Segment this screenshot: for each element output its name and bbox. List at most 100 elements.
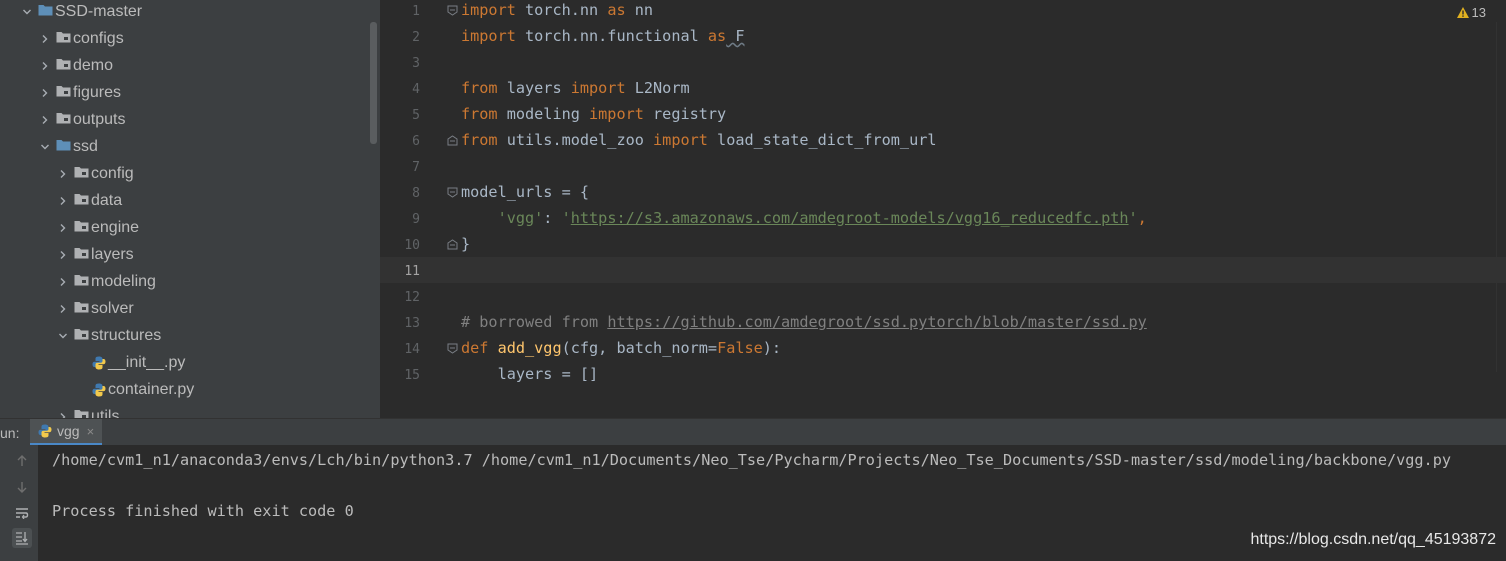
tree-item[interactable]: __init__.py bbox=[0, 349, 185, 376]
watermark-text: https://blog.csdn.net/qq_45193872 bbox=[1250, 531, 1496, 548]
warning-icon bbox=[1456, 7, 1469, 18]
line-number: 2 bbox=[412, 30, 420, 45]
arrow-down-icon[interactable] bbox=[12, 477, 32, 497]
chevron-right-icon[interactable] bbox=[40, 88, 50, 98]
chevron-right-icon[interactable] bbox=[58, 169, 68, 179]
folder-icon bbox=[56, 138, 71, 156]
tree-item[interactable]: outputs bbox=[0, 106, 125, 133]
chevron-right-icon[interactable] bbox=[40, 115, 50, 125]
line-number: 1 bbox=[412, 4, 420, 19]
tree-item-label: configs bbox=[73, 29, 124, 47]
tree-item[interactable]: engine bbox=[0, 214, 139, 241]
tree-item-label: ssd bbox=[73, 137, 98, 155]
chevron-right-icon[interactable] bbox=[40, 34, 50, 44]
tree-item[interactable]: container.py bbox=[0, 376, 194, 403]
chevron-down-icon[interactable] bbox=[58, 331, 68, 341]
tree-scrollbar[interactable] bbox=[370, 22, 377, 144]
tree-item-label: config bbox=[91, 164, 134, 182]
fold-end-icon[interactable] bbox=[447, 135, 458, 146]
folder-icon bbox=[74, 246, 89, 264]
fold-marker-icon[interactable] bbox=[447, 187, 458, 198]
line-number: 9 bbox=[412, 212, 420, 227]
fold-marker-icon[interactable] bbox=[447, 5, 458, 16]
tree-item-label: demo bbox=[73, 56, 114, 74]
tree-item-label: structures bbox=[91, 326, 162, 344]
code-line-14: def add_vgg(cfg, batch_norm=False): bbox=[461, 339, 782, 357]
editor-scrollbar[interactable] bbox=[1496, 22, 1504, 372]
fold-marker-icon[interactable] bbox=[447, 343, 458, 354]
code-line-15: layers = [] bbox=[461, 365, 599, 383]
tree-item[interactable]: figures bbox=[0, 79, 121, 106]
tree-item[interactable]: data bbox=[0, 187, 122, 214]
tree-item[interactable]: solver bbox=[0, 295, 134, 322]
run-tab-vgg[interactable]: vgg × bbox=[30, 419, 103, 446]
tree-item[interactable]: demo bbox=[0, 52, 113, 79]
line-number: 7 bbox=[412, 160, 420, 175]
chevron-right-icon[interactable] bbox=[40, 61, 50, 71]
chevron-right-icon[interactable] bbox=[58, 277, 68, 287]
tree-item-label: utils bbox=[91, 407, 120, 419]
chevron-right-icon[interactable] bbox=[58, 223, 68, 233]
code-line-8: model_urls = { bbox=[461, 183, 590, 201]
tree-item[interactable]: ssd bbox=[0, 133, 98, 160]
chevron-right-icon[interactable] bbox=[58, 250, 68, 260]
folder-icon bbox=[74, 300, 89, 318]
console-output-line: Process finished with exit code 0 bbox=[52, 502, 354, 520]
close-icon[interactable]: × bbox=[87, 424, 95, 439]
tree-item-label: engine bbox=[91, 218, 140, 236]
tree-item[interactable]: structures bbox=[0, 322, 161, 349]
chevron-right-icon[interactable] bbox=[58, 196, 68, 206]
line-number: 12 bbox=[404, 290, 420, 305]
scroll-to-end-icon[interactable] bbox=[12, 528, 32, 548]
tree-item-label: solver bbox=[91, 299, 134, 317]
code-line-10: } bbox=[461, 235, 471, 253]
tree-item[interactable]: config bbox=[0, 160, 134, 187]
folder-icon bbox=[38, 3, 53, 21]
tree-item-label: container.py bbox=[108, 380, 195, 398]
code-line-5: from modeling import registry bbox=[461, 105, 727, 123]
tree-item[interactable]: SSD-master bbox=[0, 0, 142, 25]
tree-item[interactable]: layers bbox=[0, 241, 134, 268]
code-editor[interactable]: 13 1 2 3 4 5 6 7 8 9 10 11 12 13 14 15 i… bbox=[380, 0, 1506, 390]
line-number-current: 11 bbox=[404, 264, 420, 279]
line-number: 13 bbox=[404, 316, 420, 331]
run-tab-label: vgg bbox=[57, 423, 80, 439]
code-line-13: # borrowed from https://github.com/amdeg… bbox=[461, 313, 1147, 331]
tree-item[interactable]: utils bbox=[0, 403, 119, 418]
line-number: 8 bbox=[412, 186, 420, 201]
folder-icon bbox=[74, 165, 89, 183]
chevron-down-icon[interactable] bbox=[40, 142, 50, 152]
url-link[interactable]: https://github.com/amdegroot/ssd.pytorch… bbox=[607, 313, 1146, 331]
folder-icon bbox=[56, 30, 71, 48]
code-line-1: import torch.nn as nn bbox=[461, 1, 654, 19]
chevron-down-icon[interactable] bbox=[22, 7, 32, 17]
code-line-9: 'vgg': 'https://s3.amazonaws.com/amdegro… bbox=[497, 209, 1147, 227]
arrow-up-icon[interactable] bbox=[12, 451, 32, 471]
line-number: 14 bbox=[404, 342, 420, 357]
folder-icon bbox=[74, 327, 89, 345]
folder-icon bbox=[74, 219, 89, 237]
current-line-highlight bbox=[380, 257, 1506, 283]
folder-icon bbox=[74, 408, 89, 418]
folder-icon bbox=[56, 57, 71, 75]
run-console[interactable]: /home/cvm1_n1/anaconda3/envs/Lch/bin/pyt… bbox=[0, 445, 1506, 561]
tree-item[interactable]: configs bbox=[0, 25, 124, 52]
tree-item[interactable]: modeling bbox=[0, 268, 156, 295]
chevron-right-icon[interactable] bbox=[58, 304, 68, 314]
folder-icon bbox=[74, 273, 89, 291]
warnings-indicator[interactable]: 13 bbox=[1456, 5, 1486, 20]
python-file-icon bbox=[92, 356, 106, 370]
python-icon bbox=[38, 424, 52, 438]
line-number: 4 bbox=[412, 82, 420, 97]
line-number: 5 bbox=[412, 108, 420, 123]
fold-end-icon[interactable] bbox=[447, 239, 458, 250]
tree-item-label: outputs bbox=[73, 110, 126, 128]
url-link[interactable]: https://s3.amazonaws.com/amdegroot-model… bbox=[571, 209, 1129, 227]
soft-wrap-icon[interactable] bbox=[12, 503, 32, 523]
folder-icon bbox=[74, 192, 89, 210]
line-number: 3 bbox=[412, 56, 420, 71]
code-line-4: from layers import L2Norm bbox=[461, 79, 690, 97]
folder-icon bbox=[56, 84, 71, 102]
line-number: 10 bbox=[404, 238, 420, 253]
tree-item-label: figures bbox=[73, 83, 122, 101]
